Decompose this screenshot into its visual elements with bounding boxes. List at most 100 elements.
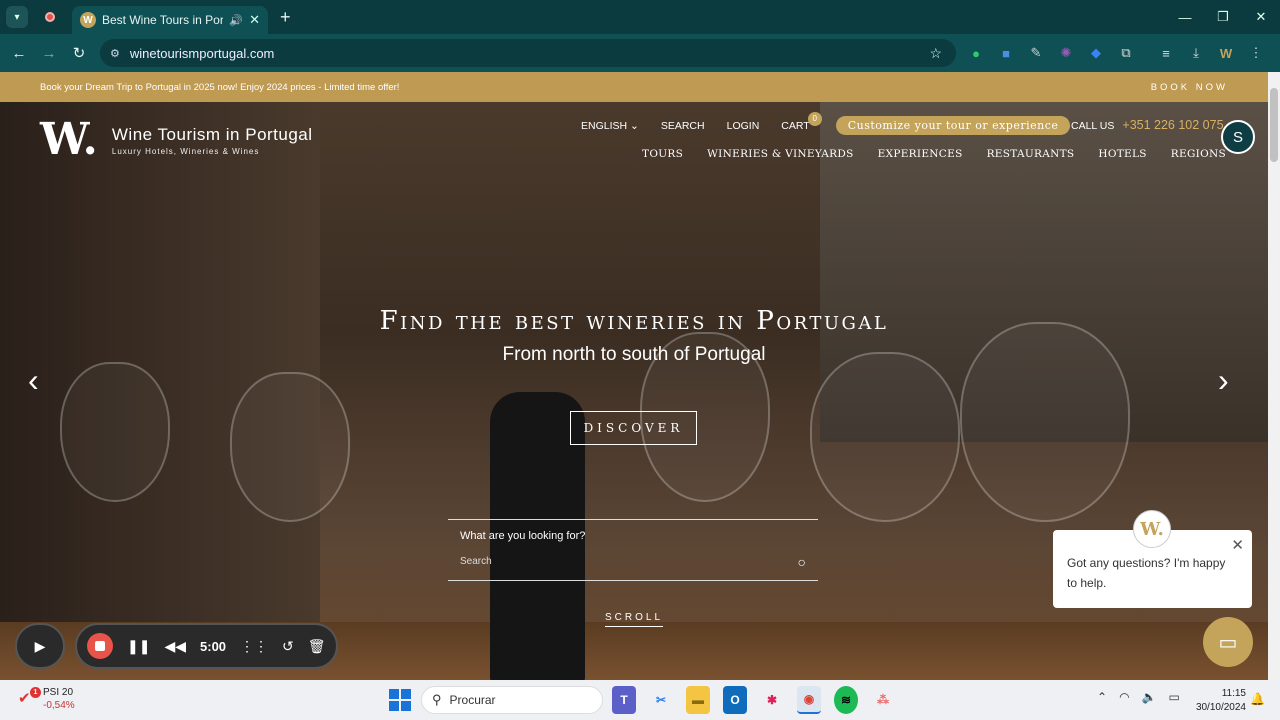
rewind-icon[interactable]: ◀◀ bbox=[164, 638, 186, 655]
browser-tab-active[interactable]: W Best Wine Tours in Portugal 🔊 ✕ bbox=[72, 6, 268, 34]
teams-icon[interactable]: T bbox=[612, 686, 636, 714]
nav-tours[interactable]: TOURS bbox=[642, 148, 683, 160]
notification-bell-icon[interactable]: 🔔 bbox=[1250, 692, 1265, 706]
promo-bar: Book your Dream Trip to Portugal in 2025… bbox=[0, 72, 1268, 102]
browser-toolbar: ← → ↻ ⚙ winetourismportugal.com ☆ ● ■ ✎ … bbox=[0, 34, 1280, 72]
outlook-icon[interactable]: O bbox=[723, 686, 747, 714]
address-bar[interactable]: ⚙ winetourismportugal.com ☆ bbox=[100, 39, 956, 67]
system-tray: ⌃ ◠ 🔈 ▭ bbox=[1097, 690, 1180, 704]
windows-start-icon[interactable] bbox=[389, 689, 411, 711]
call-us[interactable]: CALL US +351 226 102 075 bbox=[1071, 118, 1224, 132]
scroll-indicator[interactable]: SCROLL bbox=[0, 612, 1268, 627]
book-now-link[interactable]: BOOK NOW bbox=[1151, 82, 1228, 93]
extension-purple-icon[interactable]: ✺ bbox=[1056, 43, 1076, 63]
tag-icon[interactable]: ◆ bbox=[1086, 43, 1106, 63]
screen-recorder-bar: ▶ ❚❚ ◀◀ 5:00 ⋮⋮ ↺ 🗑 bbox=[15, 623, 338, 669]
cart-link[interactable]: CART 0 bbox=[781, 111, 822, 132]
stock-widget[interactable]: ✔ 1 PSI 20 -0,54% bbox=[18, 686, 75, 712]
login-link[interactable]: LOGIN bbox=[727, 120, 760, 132]
tab-search-dropdown-icon[interactable]: ▾ bbox=[6, 6, 28, 28]
chat-open-button[interactable]: ▭ bbox=[1203, 617, 1253, 667]
grammarly-icon[interactable]: ● bbox=[966, 43, 986, 63]
clock-time: 11:15 bbox=[1221, 688, 1246, 699]
extension-blue-icon[interactable]: ■ bbox=[996, 43, 1016, 63]
nav-hotels[interactable]: HOTELS bbox=[1098, 148, 1146, 160]
wine-glass-image bbox=[810, 352, 960, 522]
profile-w-icon[interactable]: W bbox=[1216, 43, 1236, 63]
trash-icon[interactable]: 🗑 bbox=[308, 638, 326, 655]
reading-list-icon[interactable]: ≡ bbox=[1156, 43, 1176, 63]
phone-number: +351 226 102 075 bbox=[1122, 118, 1224, 132]
back-button[interactable]: ← bbox=[4, 45, 34, 62]
minimize-icon[interactable]: — bbox=[1166, 0, 1204, 34]
customize-tour-button[interactable]: Customize your tour or experience bbox=[835, 116, 1071, 135]
wifi-icon[interactable]: ◠ bbox=[1119, 690, 1129, 704]
slider-prev-icon[interactable]: ‹ bbox=[28, 362, 39, 399]
chrome-icon[interactable]: ◉ bbox=[797, 686, 821, 714]
search-link[interactable]: SEARCH bbox=[661, 120, 705, 132]
wine-glass-image bbox=[60, 362, 170, 502]
main-nav: TOURS WINERIES & VINEYARDS EXPERIENCES R… bbox=[642, 148, 1226, 160]
reload-button[interactable]: ↻ bbox=[64, 44, 94, 62]
close-tab-icon[interactable]: ✕ bbox=[249, 12, 260, 28]
stock-change: -0,54% bbox=[43, 700, 75, 711]
nav-wineries[interactable]: WINERIES & VINEYARDS bbox=[707, 148, 854, 160]
chat-s-icon[interactable]: S bbox=[1221, 120, 1255, 154]
hero-headline: Find the best wineries in Portugal bbox=[379, 306, 889, 336]
logo-subtitle: Luxury Hotels, Wineries & Wines bbox=[111, 146, 260, 156]
scrollbar-thumb[interactable] bbox=[1270, 88, 1278, 162]
system-clock[interactable]: 11:15 30/10/2024 bbox=[1186, 687, 1246, 715]
close-window-icon[interactable]: ✕ bbox=[1242, 0, 1280, 34]
url-text: winetourismportugal.com bbox=[129, 45, 275, 61]
taskbar-apps: T ✂ ▬ O ✱ ◉ ≋ ⁂ bbox=[612, 686, 895, 714]
slider-next-icon[interactable]: › bbox=[1218, 362, 1229, 399]
stop-recording-button[interactable] bbox=[87, 633, 113, 659]
nav-regions[interactable]: REGIONS bbox=[1171, 148, 1226, 160]
site-favicon-icon: W bbox=[80, 12, 96, 28]
hero-subline: From north to south of Portugal bbox=[502, 344, 766, 365]
speaker-icon[interactable]: 🔊 bbox=[229, 14, 243, 27]
forward-button[interactable]: → bbox=[34, 45, 64, 62]
slack-icon[interactable]: ✱ bbox=[760, 686, 784, 714]
new-tab-button[interactable]: + bbox=[280, 7, 291, 28]
top-nav: ENGLISH ⌄ SEARCH LOGIN CART 0 Customize y… bbox=[581, 111, 1071, 135]
search-input[interactable]: Search bbox=[460, 556, 492, 567]
cart-count-badge: 0 bbox=[807, 111, 822, 126]
nav-restaurants[interactable]: RESTAURANTS bbox=[987, 148, 1075, 160]
clock-date: 30/10/2024 bbox=[1195, 702, 1246, 713]
maximize-icon[interactable]: ❐ bbox=[1204, 0, 1242, 34]
recording-tab-icon[interactable] bbox=[38, 5, 62, 29]
menu-dots-icon[interactable]: ⋮ bbox=[1246, 43, 1266, 63]
site-info-icon[interactable]: ⚙ bbox=[110, 47, 120, 60]
chat-bubble-icon: ▭ bbox=[1218, 631, 1238, 654]
pause-icon[interactable]: ❚❚ bbox=[127, 638, 150, 655]
window-controls: — ❐ ✕ bbox=[1166, 0, 1280, 34]
file-explorer-icon[interactable]: ▬ bbox=[686, 686, 710, 714]
language-selector[interactable]: ENGLISH ⌄ bbox=[581, 120, 639, 132]
search-icon[interactable]: ○ bbox=[798, 554, 806, 570]
logo-title: Wine Tourism in Portugal bbox=[111, 124, 313, 144]
asana-icon[interactable]: ⁂ bbox=[871, 686, 895, 714]
eyedropper-icon[interactable]: ✎ bbox=[1026, 43, 1046, 63]
chat-message: Got any questions? I'm happy to help. bbox=[1067, 556, 1226, 590]
puzzle-extensions-icon[interactable]: ⧉ bbox=[1116, 43, 1136, 63]
discover-button[interactable]: DISCOVER bbox=[570, 411, 697, 445]
taskbar-search[interactable]: ⚲ Procurar bbox=[421, 686, 603, 714]
grid-icon[interactable]: ⋮⋮ bbox=[240, 638, 268, 655]
tab-title: Best Wine Tours in Portugal bbox=[102, 13, 224, 27]
spotify-icon[interactable]: ≋ bbox=[834, 686, 858, 714]
page-scrollbar[interactable] bbox=[1268, 72, 1280, 680]
download-icon[interactable]: ⤓ bbox=[1186, 43, 1206, 63]
camera-icon[interactable]: ▶ bbox=[15, 623, 65, 669]
chevron-up-icon[interactable]: ⌃ bbox=[1097, 690, 1107, 704]
site-logo[interactable]: W. Wine Tourism in Portugal Luxury Hotel… bbox=[40, 118, 313, 162]
snipping-tool-icon[interactable]: ✂ bbox=[649, 686, 673, 714]
volume-icon[interactable]: 🔈 bbox=[1142, 690, 1157, 704]
search-icon: ⚲ bbox=[432, 692, 442, 707]
bookmark-star-icon[interactable]: ☆ bbox=[929, 45, 942, 62]
restart-icon[interactable]: ↺ bbox=[282, 638, 294, 655]
hero-search-box: What are you looking for? Search ○ bbox=[448, 519, 818, 581]
close-chat-popup-icon[interactable]: ✕ bbox=[1231, 534, 1244, 559]
battery-icon[interactable]: ▭ bbox=[1169, 690, 1180, 704]
nav-experiences[interactable]: EXPERIENCES bbox=[878, 148, 963, 160]
